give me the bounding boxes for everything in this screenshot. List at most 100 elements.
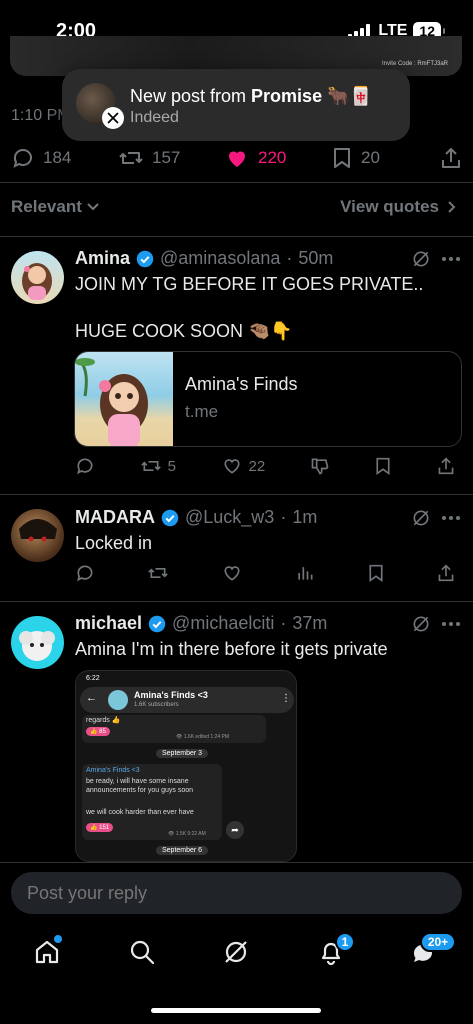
invite-code-text: Invite Code : RmFTJ3aR [381,61,448,67]
handle[interactable]: @Luck_w3 [185,507,274,528]
share-icon [438,564,454,582]
avatar[interactable] [11,509,64,562]
tweet-actions [75,563,455,583]
like-button[interactable] [221,563,243,583]
timestamp: 50m [298,248,334,268]
like-button[interactable]: 22 [221,456,265,476]
notification-title: New post from Promise 🐂🀄 [130,86,372,106]
handle[interactable]: @aminasolana [160,248,280,269]
tg-meta: 👁 1.5K 9:22 AM [168,831,206,837]
notification-banner[interactable]: New post from Promise 🐂🀄 Indeed [62,69,410,141]
grok-icon[interactable] [411,508,431,528]
bookmark-count: 20 [361,148,380,167]
heart-icon [224,459,240,474]
attached-screenshot[interactable]: 6:22 ← Amina's Finds <3 1.6K subscribers… [75,670,297,862]
verified-badge-icon [148,615,166,632]
repost-count: 5 [167,457,176,475]
nav-search[interactable] [128,938,156,966]
views-icon [298,567,313,580]
tg-msg-line: be ready, i will have some insane [86,778,189,785]
handle[interactable]: @michaelciti [172,613,274,634]
link-card[interactable]: Amina's Finds t.me [74,351,462,447]
notifications-badge: 1 [335,932,355,952]
card-title: Amina's Finds [185,374,298,394]
nav-grok[interactable] [222,938,250,966]
tg-reaction: 👍 85 [86,727,110,736]
tg-channel-name: Amina's Finds <3 [134,690,208,700]
tweet-text: Amina I'm in there before it gets privat… [75,639,388,659]
tg-menu-icon: ⋮ [281,693,291,704]
tg-time: 6:22 [86,675,100,682]
more-options-icon[interactable] [440,507,462,529]
display-name[interactable]: Amina [75,248,130,269]
tg-msg-author: Amina's Finds <3 [86,767,140,774]
grok-icon [225,941,247,963]
tg-date: September 3 [156,749,209,758]
like-count-button[interactable]: 220 [224,146,286,170]
tg-share-icon: ➦ [226,821,244,839]
dislike-button[interactable] [310,456,330,476]
card-domain: t.me [185,402,219,421]
share-icon [438,457,454,475]
reply-input[interactable] [11,872,462,914]
avatar-image [19,631,55,661]
tweet-text: HUGE COOK SOON 🤏🏽👇 [75,321,293,341]
display-name[interactable]: michael [75,613,142,634]
display-name[interactable]: MADARA [75,507,155,528]
bookmark-icon [369,564,383,582]
tweet-header: MADARA @Luck_w3 · 1m [75,507,318,528]
heart-icon [224,566,240,581]
tg-subscribers: 1.6K subscribers [134,702,179,708]
comment-icon [13,149,32,168]
comment-icon [77,458,93,475]
tg-reaction: 👍 151 [86,823,114,832]
timestamp: 37m [292,613,328,633]
tweet-header: michael @michaelciti · 37m [75,613,328,634]
home-dot-badge [54,935,62,943]
share-button[interactable] [437,456,455,476]
like-count: 220 [258,148,287,167]
messages-badge: 20+ [420,932,456,952]
reply-count-button[interactable]: 184 [11,146,71,170]
repost-button[interactable] [147,563,169,583]
grok-icon[interactable] [411,614,431,634]
back-arrow-icon: ← [86,692,97,704]
share-button[interactable] [440,146,462,170]
avatar[interactable] [11,616,64,669]
divider [0,601,473,602]
tg-channel-avatar [108,690,128,710]
bookmark-button[interactable] [367,563,385,583]
nav-home[interactable] [33,935,62,966]
bookmark-button[interactable] [374,456,392,476]
divider [0,182,473,183]
repost-count-button[interactable]: 157 [118,146,180,170]
share-button[interactable] [437,563,455,583]
grok-icon[interactable] [411,249,431,269]
views-button[interactable] [295,563,315,583]
nav-notifications[interactable]: 1 [317,932,355,966]
reply-count: 184 [43,148,72,167]
chevron-right-icon [448,201,456,213]
repost-button[interactable]: 5 [140,456,176,476]
divider [0,494,473,495]
bookmark-count-button[interactable]: 20 [331,146,380,170]
repost-icon [140,461,161,471]
more-options-icon[interactable] [440,248,462,270]
tweet-text: Locked in [75,533,153,553]
more-options-icon[interactable] [440,613,462,635]
tweet-actions: 5 22 [75,456,455,476]
tg-regards: regards 👍 [86,717,121,724]
reply-button[interactable] [75,563,95,583]
avatar-image [19,519,57,542]
comment-icon [77,565,93,582]
sort-relevant-dropdown[interactable]: Relevant [11,197,100,217]
share-icon [442,148,460,168]
reply-button[interactable] [75,456,95,476]
repost-count: 157 [152,148,181,167]
avatar[interactable] [11,251,64,304]
nav-messages[interactable]: 20+ [410,932,456,968]
view-quotes-link[interactable]: View quotes [340,197,457,217]
divider [0,236,473,237]
timestamp: 1m [292,507,318,527]
avatar-image [22,263,52,300]
